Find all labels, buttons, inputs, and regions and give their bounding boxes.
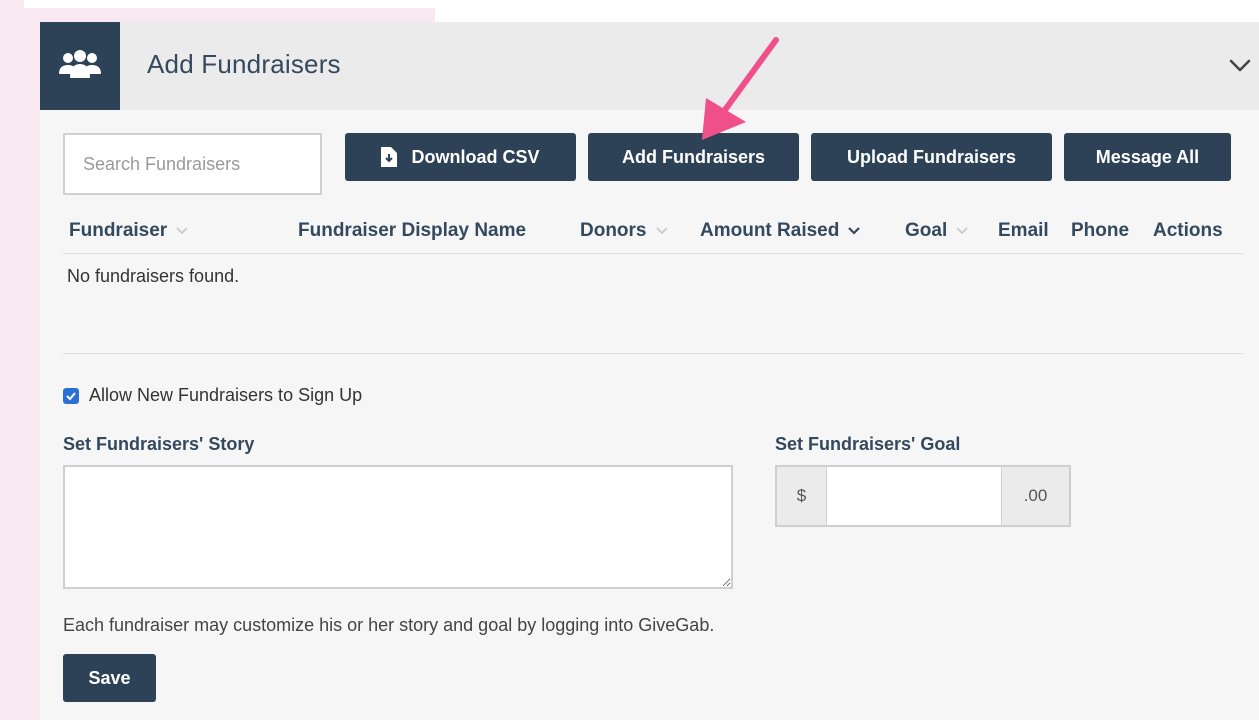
- allow-signup-checkbox[interactable]: [63, 388, 79, 404]
- column-donors[interactable]: Donors: [580, 220, 669, 242]
- message-all-button[interactable]: Message All: [1064, 133, 1231, 181]
- panel-header[interactable]: Add Fundraisers: [40, 22, 1259, 110]
- goal-input-group: $ .00: [775, 465, 1071, 527]
- group-icon: [40, 22, 120, 110]
- add-fundraisers-button[interactable]: Add Fundraisers: [588, 133, 799, 181]
- column-actions: Actions: [1153, 220, 1223, 242]
- help-text: Each fundraiser may customize his or her…: [63, 615, 715, 635]
- column-label: Actions: [1153, 220, 1223, 241]
- column-amount-raised[interactable]: Amount Raised: [700, 220, 861, 242]
- table-header: Fundraiser Fundraiser Display Name Donor…: [63, 212, 1243, 254]
- column-phone: Phone: [1071, 220, 1129, 242]
- sort-icon: [175, 226, 189, 236]
- sort-icon: [655, 226, 669, 236]
- column-label: Donors: [580, 220, 647, 241]
- cents-suffix: .00: [1001, 467, 1069, 525]
- column-label: Amount Raised: [700, 220, 840, 241]
- add-fundraisers-label: Add Fundraisers: [621, 146, 766, 167]
- save-button[interactable]: Save: [63, 654, 156, 702]
- panel-title: Add Fundraisers: [147, 49, 341, 79]
- goal-amount-input[interactable]: [827, 467, 1001, 525]
- column-fundraiser[interactable]: Fundraiser: [69, 220, 189, 242]
- download-csv-label: Download CSV: [411, 146, 540, 167]
- column-label: Fundraiser Display Name: [298, 220, 527, 241]
- column-label: Goal: [905, 220, 948, 241]
- story-label: Set Fundraisers' Story: [63, 434, 255, 454]
- empty-table-message: No fundraisers found.: [67, 266, 240, 286]
- column-goal[interactable]: Goal: [905, 220, 969, 242]
- sort-active-icon: [847, 226, 861, 236]
- currency-prefix: $: [777, 467, 827, 525]
- message-all-label: Message All: [1095, 146, 1200, 167]
- background-top-strip: [24, 0, 435, 8]
- allow-signup-label[interactable]: Allow New Fundraisers to Sign Up: [89, 385, 362, 406]
- upload-fundraisers-button[interactable]: Upload Fundraisers: [811, 133, 1052, 181]
- column-email: Email: [998, 220, 1049, 242]
- chevron-down-icon[interactable]: [1227, 52, 1253, 78]
- checkmark-icon: [66, 392, 76, 401]
- column-label: Phone: [1071, 220, 1130, 241]
- sort-icon: [955, 226, 969, 236]
- section-divider: [63, 353, 1243, 354]
- download-csv-button[interactable]: Download CSV: [345, 133, 576, 181]
- goal-label: Set Fundraisers' Goal: [775, 434, 961, 454]
- search-input[interactable]: [63, 133, 322, 195]
- upload-fundraisers-label: Upload Fundraisers: [846, 146, 1017, 167]
- column-label: Email: [998, 220, 1049, 241]
- file-download-icon: [381, 147, 398, 167]
- column-display-name: Fundraiser Display Name: [298, 220, 526, 242]
- column-label: Fundraiser: [69, 220, 168, 241]
- story-textarea[interactable]: [63, 465, 733, 589]
